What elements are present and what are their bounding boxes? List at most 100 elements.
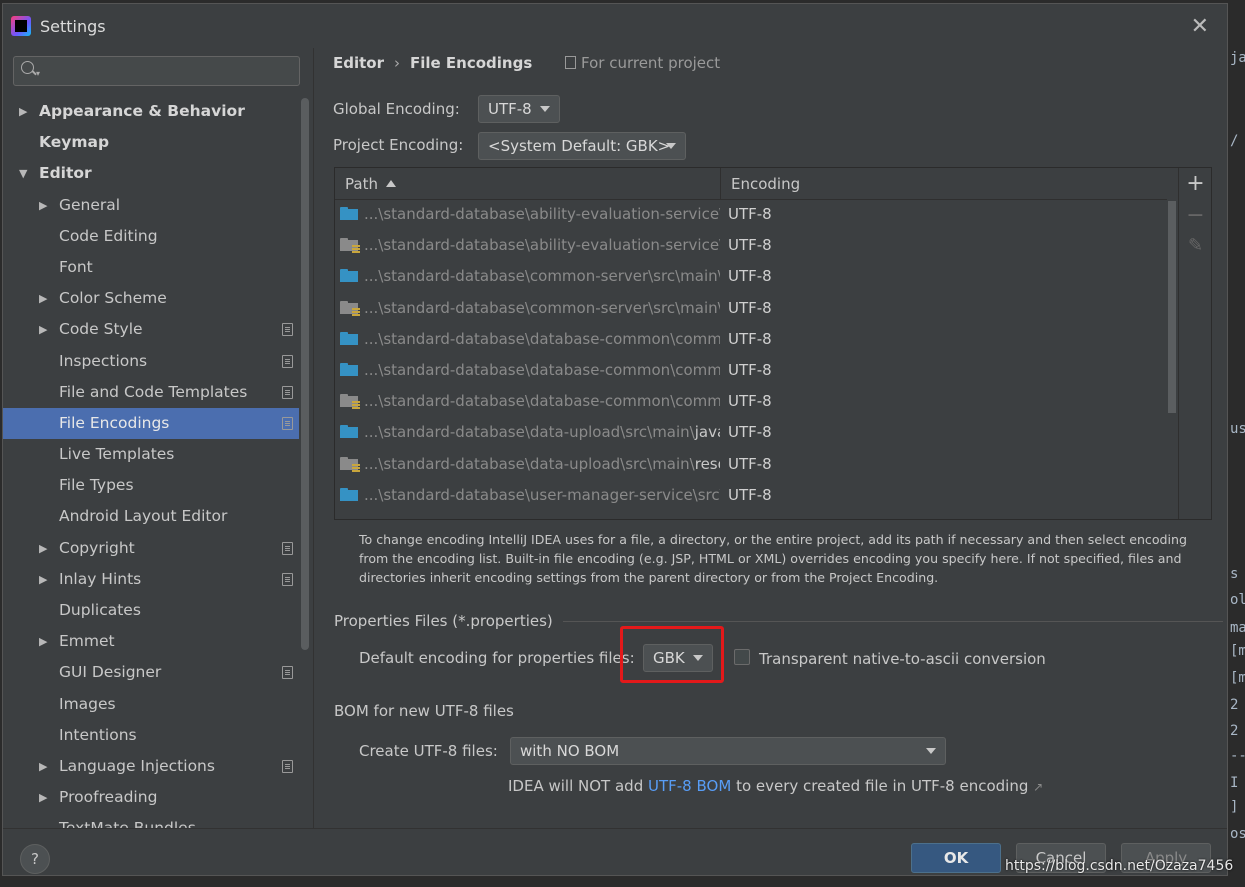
create-utf8-label: Create UTF-8 files:	[359, 742, 498, 760]
edit-icon[interactable]: ✎	[1179, 235, 1211, 256]
encoding-cell[interactable]: UTF-8	[728, 386, 772, 417]
editor-code-fragment: ol	[1230, 592, 1245, 608]
sidebar-item[interactable]: Font	[3, 252, 299, 283]
table-row[interactable]: ...\standard-database\ability-evaluation…	[335, 199, 1167, 230]
help-button[interactable]: ?	[20, 844, 50, 874]
encoding-header-label: Encoding	[731, 175, 801, 193]
collapsed-arrow-icon[interactable]: ▶	[39, 626, 47, 657]
encoding-cell[interactable]: UTF-8	[728, 417, 772, 448]
sidebar-item[interactable]: Keymap	[3, 127, 299, 158]
collapsed-arrow-icon[interactable]: ▶	[39, 314, 47, 345]
table-header: Path Encoding	[335, 168, 1167, 200]
resources-folder-icon	[340, 394, 360, 410]
table-row[interactable]: ...\standard-database\database-common\co…	[335, 386, 1167, 417]
search-history-dropdown-icon[interactable]: ▾	[36, 69, 40, 78]
breadcrumb-current: File Encodings	[410, 54, 533, 72]
table-scrollbar[interactable]	[1167, 199, 1177, 519]
editor-code-fragment: ma	[1230, 620, 1245, 636]
sidebar-item[interactable]: ▶ Language Injections	[3, 751, 299, 782]
sidebar-item-label: General	[59, 195, 121, 214]
editor-code-fragment: 2	[1230, 723, 1239, 739]
encoding-cell[interactable]: UTF-8	[728, 480, 772, 511]
sidebar-item[interactable]: ▶ General	[3, 190, 299, 221]
table-row[interactable]: ...\standard-database\database-common\co…	[335, 324, 1167, 355]
table-row[interactable]: ...\standard-database\data-upload\src\ma…	[335, 417, 1167, 448]
add-icon[interactable]: +	[1179, 171, 1211, 196]
source-folder-icon	[340, 269, 358, 283]
sidebar-item[interactable]: ▶ Emmet	[3, 626, 299, 657]
sidebar-item[interactable]: ▶ Color Scheme	[3, 283, 299, 314]
sidebar-item[interactable]: Live Templates	[3, 439, 299, 470]
table-row[interactable]: ...\standard-database\user-manager-servi…	[335, 480, 1167, 511]
sidebar-item[interactable]: Intentions	[3, 720, 299, 751]
sidebar-item[interactable]: TextMate Bundles	[3, 813, 299, 829]
path-text: ...\standard-database\database-common\co…	[364, 392, 720, 411]
sidebar-item[interactable]: ▼ Editor	[3, 158, 299, 189]
global-encoding-select[interactable]: UTF-8	[478, 95, 560, 123]
table-row[interactable]: ...\standard-database\data-upload\src\ma…	[335, 449, 1167, 480]
encoding-cell[interactable]: UTF-8	[728, 199, 772, 230]
collapsed-arrow-icon[interactable]: ▶	[39, 782, 47, 813]
sidebar-item[interactable]: Images	[3, 689, 299, 720]
transparent-conversion-checkbox[interactable]	[734, 649, 750, 665]
encoding-column-header[interactable]: Encoding	[720, 168, 1167, 199]
path-cell: ...\standard-database\database-common\co…	[340, 386, 720, 417]
sidebar-item-label: File Encodings	[59, 413, 170, 432]
collapsed-arrow-icon[interactable]: ▶	[39, 190, 47, 221]
collapsed-arrow-icon[interactable]: ▶	[39, 283, 47, 314]
project-encoding-select[interactable]: <System Default: GBK>	[478, 132, 686, 160]
encoding-cell[interactable]: UTF-8	[728, 324, 772, 355]
encoding-cell[interactable]: UTF-8	[728, 355, 772, 386]
collapsed-arrow-icon[interactable]: ▶	[39, 564, 47, 595]
table-toolbar: + − ✎	[1178, 168, 1211, 519]
project-scope-icon	[282, 541, 293, 555]
collapsed-arrow-icon[interactable]: ▶	[39, 751, 47, 782]
project-encoding-label: Project Encoding:	[333, 136, 464, 154]
resources-marker-icon	[352, 463, 360, 472]
sidebar-item-label: Duplicates	[59, 601, 141, 619]
table-row[interactable]: ...\standard-database\common-server\src\…	[335, 293, 1167, 324]
ok-button[interactable]: OK	[911, 843, 1001, 873]
search-input[interactable]	[44, 60, 298, 84]
path-column-header[interactable]: Path	[335, 168, 720, 199]
expanded-arrow-icon[interactable]: ▼	[19, 158, 27, 189]
section-divider	[524, 711, 1224, 712]
collapsed-arrow-icon[interactable]: ▶	[19, 96, 27, 127]
properties-default-encoding-label: Default encoding for properties files:	[359, 649, 635, 667]
encoding-cell[interactable]: UTF-8	[728, 449, 772, 480]
sidebar-item[interactable]: ▶ Inlay Hints	[3, 564, 299, 595]
table-row[interactable]: ...\standard-database\ability-evaluation…	[335, 230, 1167, 261]
encoding-cell[interactable]: UTF-8	[728, 293, 772, 324]
create-utf8-select[interactable]: with NO BOM	[510, 737, 946, 765]
bom-section-label: BOM for new UTF-8 files	[334, 702, 514, 720]
sidebar-item[interactable]: File Types	[3, 470, 299, 501]
sidebar-item[interactable]: ▶ Appearance & Behavior	[3, 96, 299, 127]
sidebar-item[interactable]: ▶ Code Style	[3, 314, 299, 345]
table-scrollbar-thumb[interactable]	[1168, 201, 1176, 413]
table-row[interactable]: ...\standard-database\database-common\co…	[335, 355, 1167, 386]
settings-search[interactable]: ▾	[13, 56, 300, 86]
sidebar-item[interactable]: Code Editing	[3, 221, 299, 252]
sidebar-item[interactable]: GUI Designer	[3, 657, 299, 688]
sidebar-item[interactable]: Duplicates	[3, 595, 299, 626]
sidebar-item[interactable]: File and Code Templates	[3, 377, 299, 408]
editor-code-fragment: us	[1230, 421, 1245, 437]
encoding-cell[interactable]: UTF-8	[728, 230, 772, 261]
sidebar-item-label: Inspections	[59, 351, 148, 370]
sidebar-scrollbar[interactable]	[301, 98, 309, 650]
encoding-cell[interactable]: UTF-8	[728, 261, 772, 292]
sidebar-item[interactable]: Inspections	[3, 346, 299, 377]
sidebar-item[interactable]: ▶ Proofreading	[3, 782, 299, 813]
global-encoding-label: Global Encoding:	[333, 100, 460, 118]
transparent-conversion-label[interactable]: Transparent native-to-ascii conversion	[759, 650, 1046, 668]
red-highlight-box	[620, 626, 724, 683]
utf8-bom-link[interactable]: UTF-8 BOM	[648, 777, 731, 795]
sidebar-item[interactable]: Android Layout Editor	[3, 501, 299, 532]
close-icon[interactable]: ✕	[1191, 14, 1209, 39]
sidebar-item[interactable]: File Encodings	[3, 407, 299, 440]
collapsed-arrow-icon[interactable]: ▶	[39, 533, 47, 564]
breadcrumb-parent[interactable]: Editor	[333, 54, 384, 72]
table-row[interactable]: ...\standard-database\common-server\src\…	[335, 261, 1167, 292]
sidebar-item[interactable]: ▶ Copyright	[3, 533, 299, 564]
remove-icon[interactable]: −	[1179, 203, 1211, 228]
